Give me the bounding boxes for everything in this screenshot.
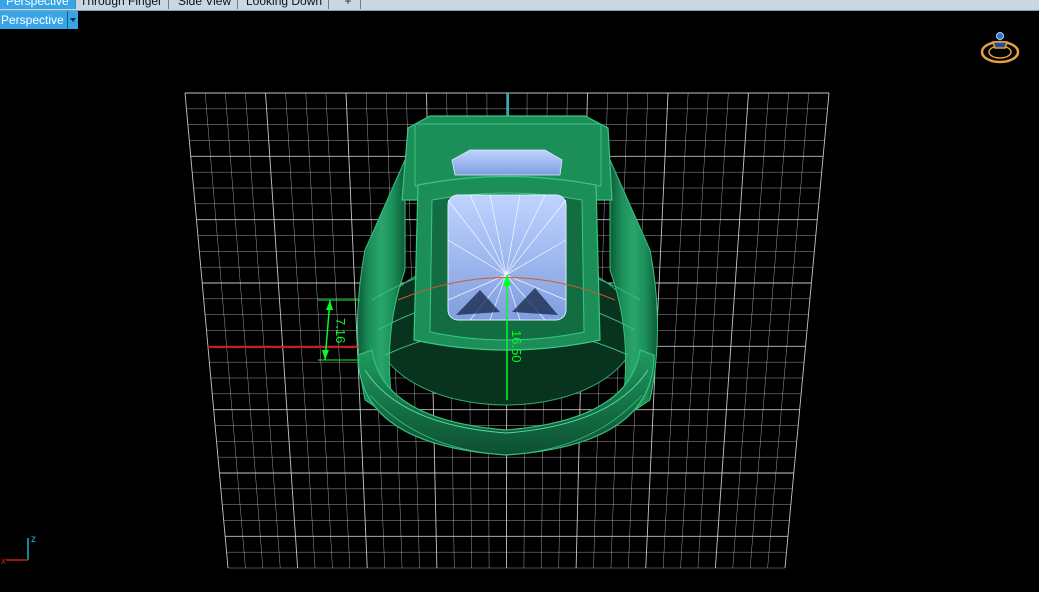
ring-icon[interactable] [978,28,1022,68]
gem-top [451,149,563,176]
axis-x-label: x [1,556,6,567]
axis-z-label: z [31,534,36,545]
dimension-left-label: 7.16 [333,318,348,343]
3d-viewport[interactable]: 7.16 16.50 [0,0,1039,592]
axis-gizmo-icon: z x [1,534,36,567]
dimension-center-label: 16.50 [509,330,524,363]
